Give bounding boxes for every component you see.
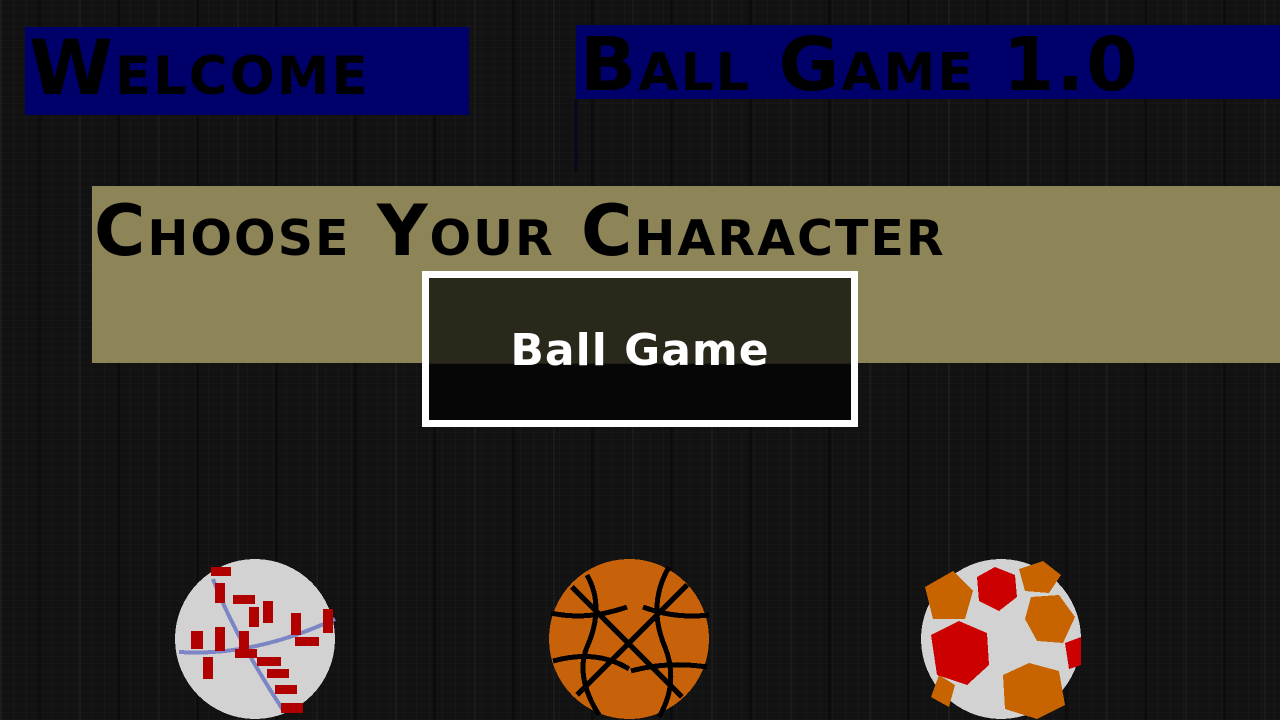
title-overlay: Ball Game	[422, 271, 858, 427]
soccer-ball-character[interactable]	[919, 557, 1083, 720]
overlay-title: Ball Game	[510, 324, 770, 376]
banner-shadow	[574, 99, 578, 171]
welcome-banner: Welcome	[25, 27, 469, 115]
soccer-ball-icon	[921, 559, 1081, 719]
baseball-character[interactable]	[173, 557, 337, 720]
welcome-text: Welcome	[29, 27, 370, 112]
baseball-icon	[175, 559, 336, 719]
game-title-banner: Ball Game 1.0	[576, 25, 1280, 99]
basketball-icon	[549, 559, 710, 719]
choose-character-text: Choose Your Character	[94, 190, 946, 272]
game-title-text: Ball Game 1.0	[580, 25, 1140, 99]
game-screen: Welcome Ball Game 1.0 Choose Your Charac…	[0, 0, 1280, 720]
basketball-character[interactable]	[547, 557, 711, 720]
